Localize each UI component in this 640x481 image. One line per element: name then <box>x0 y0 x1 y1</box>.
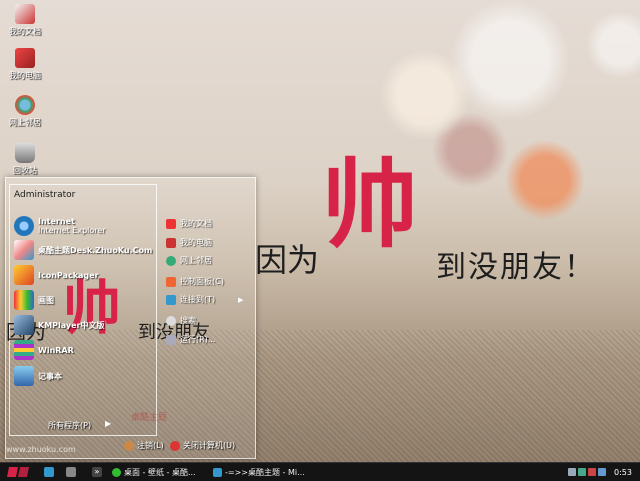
tray-volume-icon[interactable] <box>568 468 576 476</box>
shutdown-label: 关闭计算机(U) <box>183 441 236 450</box>
pinned-item-iconpackager[interactable]: IconPackager <box>14 265 99 285</box>
winrar-icon <box>14 340 34 360</box>
system-tray: 0:53 <box>568 463 640 481</box>
connect-icon <box>166 294 176 305</box>
desktop-icon-my-computer[interactable]: 我的电脑 <box>4 48 46 81</box>
menu-item-label: 我的文档 <box>180 219 212 228</box>
menu-item-my-computer[interactable]: 我的电脑 <box>166 237 212 248</box>
menu-item-label: 我的电脑 <box>180 238 212 247</box>
network-icon <box>15 95 35 115</box>
quick-launch-ie-icon[interactable] <box>44 467 54 477</box>
all-programs-button[interactable]: 所有程序(P) <box>48 420 91 431</box>
menu-item-label: 连接到(T) <box>180 295 216 304</box>
pinned-item-kmplayer[interactable]: KMPlayer中文版 <box>14 315 105 335</box>
desktop-icon-label: 我的电脑 <box>9 71 41 80</box>
pinned-item-title: Internet <box>38 217 75 226</box>
network-icon <box>166 255 176 266</box>
control-panel-icon <box>166 276 176 287</box>
start-menu-username: Administrator <box>14 190 76 200</box>
internet-explorer-icon <box>14 216 34 236</box>
pinned-item-winrar[interactable]: WinRAR <box>14 340 74 360</box>
search-icon <box>166 315 176 326</box>
tray-security-icon[interactable] <box>598 468 606 476</box>
menu-item-connect-to[interactable]: 连接到(T) <box>166 294 215 305</box>
paint-icon <box>14 290 34 310</box>
desktop-icon-label: 我的文档 <box>9 27 41 36</box>
menu-item-search[interactable]: 搜索 <box>166 315 196 326</box>
menu-item-label: 网上邻居 <box>180 256 212 265</box>
menu-item-my-documents[interactable]: 我的文档 <box>166 218 212 229</box>
chevron-right-icon: ▶ <box>238 296 244 304</box>
tray-app-icon[interactable] <box>588 468 596 476</box>
folder-icon <box>15 4 35 24</box>
quick-launch-desktop-icon[interactable] <box>66 467 76 477</box>
logoff-label: 注销(L) <box>137 441 164 450</box>
power-icon <box>170 440 180 451</box>
zhuoku-theme-icon <box>14 240 34 260</box>
desktop-icon-label: 网上邻居 <box>9 118 41 127</box>
recycle-bin-icon <box>15 143 35 163</box>
pinned-item-paint[interactable]: 画图 <box>14 290 54 310</box>
tray-network-icon[interactable] <box>578 468 586 476</box>
menu-item-network[interactable]: 网上邻居 <box>166 255 212 266</box>
chevron-right-icon: ▶ <box>105 419 112 428</box>
wallpaper-big-char: 帅 <box>322 149 418 261</box>
desktop-icon-label: 回收站 <box>13 166 37 175</box>
logoff-button[interactable]: 注销(L) <box>124 440 164 451</box>
desktop-icon-network[interactable]: 网上邻居 <box>4 95 46 128</box>
window-icon <box>213 467 222 477</box>
taskbar-button-zhuoku-theme[interactable]: -=>>桌酷主题 - Mi... <box>213 464 305 480</box>
taskbar-button-label: -=>>桌酷主题 - Mi... <box>225 467 305 477</box>
computer-icon <box>15 48 35 68</box>
taskbar: » 桌面 - 壁纸 - 桌酷... -=>>桌酷主题 - Mi... 0:53 <box>0 462 640 481</box>
start-button[interactable] <box>6 465 34 479</box>
notepad-icon <box>14 366 34 386</box>
browser-icon <box>112 467 121 477</box>
desktop-icon-my-documents[interactable]: 我的文档 <box>4 4 46 37</box>
pinned-item-subtitle: Internet Explorer <box>38 226 106 235</box>
wallpaper-text-right: 到没朋友！ <box>436 250 596 285</box>
pinned-item-title: 桌酷主题Desk.ZhuoKu.Com <box>38 245 153 255</box>
pinned-item-internet-explorer[interactable]: Internet Internet Explorer <box>14 216 106 236</box>
pinned-item-zhuoku-theme[interactable]: 桌酷主题Desk.ZhuoKu.Com <box>14 240 152 260</box>
taskbar-clock[interactable]: 0:53 <box>614 468 632 477</box>
quick-launch-expand-icon[interactable]: » <box>92 467 102 477</box>
menu-item-label: 搜索 <box>180 316 196 325</box>
start-logo-icon <box>7 467 29 477</box>
shutdown-button[interactable]: 关闭计算机(U) <box>170 440 235 451</box>
taskbar-button-desktop-wallpaper[interactable]: 桌面 - 壁纸 - 桌酷... <box>112 464 196 480</box>
menu-watermark: 桌酷主题 <box>131 413 168 423</box>
lock-icon <box>124 440 134 451</box>
pinned-item-title: KMPlayer中文版 <box>38 320 105 330</box>
pinned-item-title: IconPackager <box>38 270 99 280</box>
desktop-icon-recycle-bin[interactable]: 回收站 <box>4 143 46 176</box>
menu-item-control-panel[interactable]: 控制面板(C) <box>166 276 224 287</box>
computer-icon <box>166 237 176 248</box>
iconpackager-icon <box>14 265 34 285</box>
pinned-item-title: 画图 <box>38 295 54 305</box>
wallpaper-text-left: 因为 <box>255 241 320 279</box>
menu-item-run[interactable]: 运行(R)... <box>166 334 215 345</box>
menu-item-label: 控制面板(C) <box>180 277 224 286</box>
pinned-item-title: WinRAR <box>38 345 74 355</box>
folder-icon <box>166 218 176 229</box>
kmplayer-icon <box>14 315 34 335</box>
pinned-item-notepad[interactable]: 记事本 <box>14 366 62 386</box>
pinned-item-title: 记事本 <box>38 371 62 381</box>
start-menu: Administrator 因为 帅 到没朋友 Internet Interne… <box>5 177 256 459</box>
taskbar-button-label: 桌面 - 壁纸 - 桌酷... <box>124 467 196 477</box>
run-icon <box>166 334 176 345</box>
menu-item-label: 运行(R)... <box>180 335 216 344</box>
